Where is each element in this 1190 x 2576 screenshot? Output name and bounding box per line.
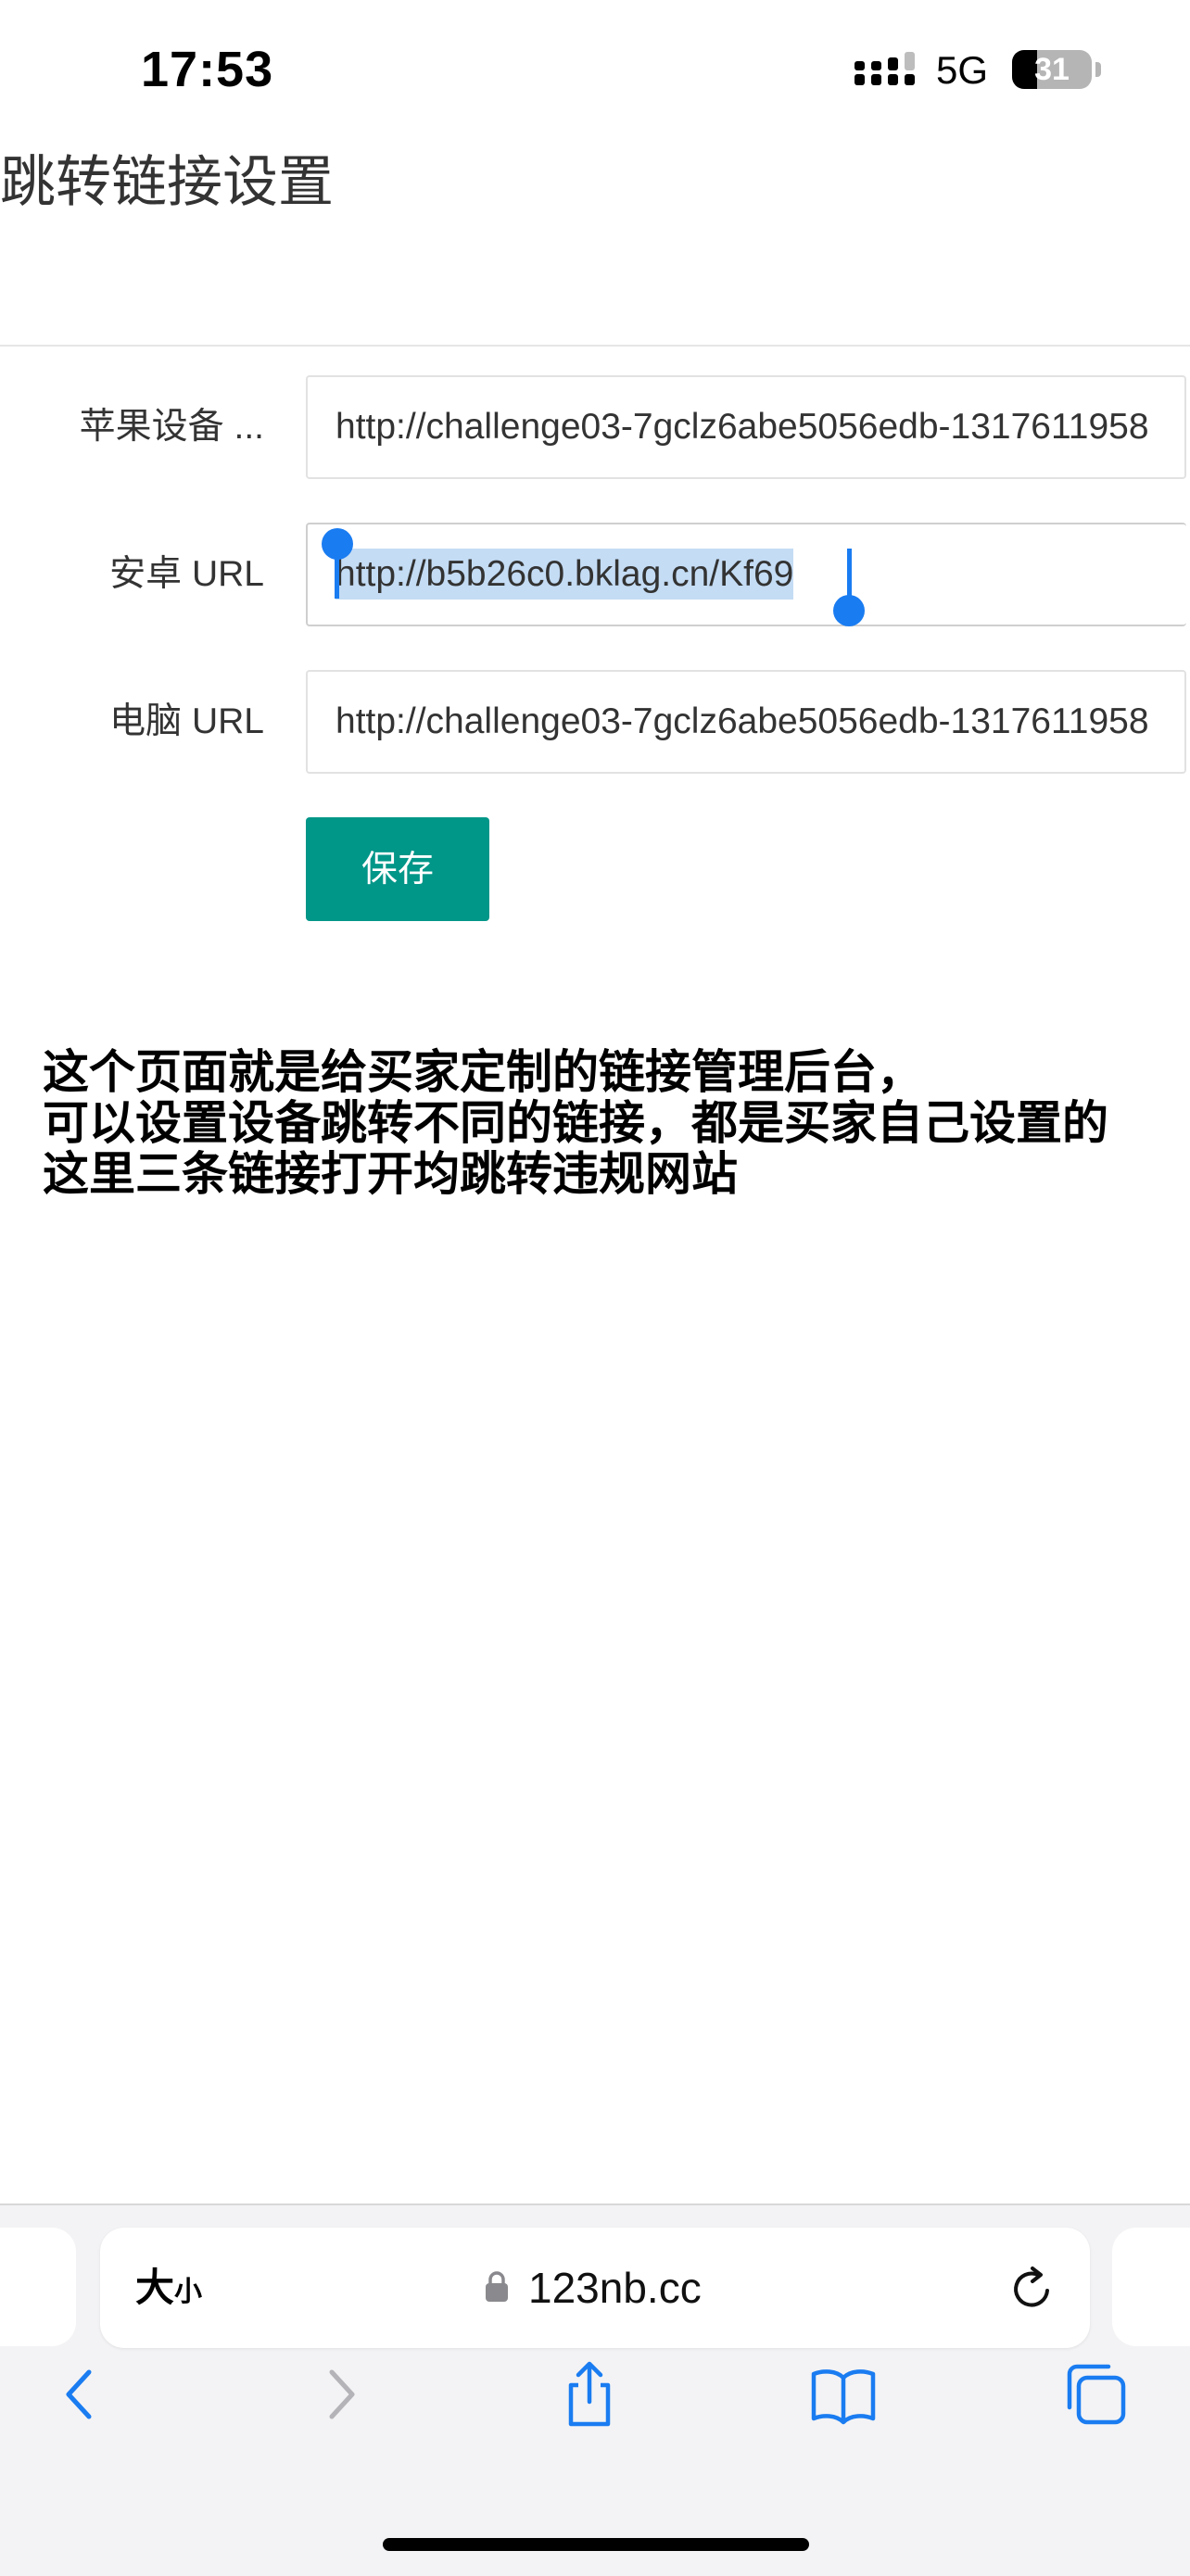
battery-level: 31 [1034,52,1070,87]
ios-url-input[interactable]: http://challenge03-7gclz6abe5056edb-1317… [306,375,1186,479]
title-divider [0,345,1190,347]
battery-nub [1095,62,1101,77]
selection-end-handle[interactable] [833,595,865,626]
desktop-url-input[interactable]: http://challenge03-7gclz6abe5056edb-1317… [306,670,1186,774]
form-row-ios: 苹果设备 ... http://challenge03-7gclz6abe505… [0,375,1190,479]
status-time: 17:53 [141,42,274,97]
domain-text: 123nb.cc [528,2264,702,2312]
save-button[interactable]: 保存 [306,817,489,921]
previous-tab-preview[interactable] [0,2228,76,2346]
annotation-text: 这个页面就是给买家定制的链接管理后台， 可以设置设备跳转不同的链接，都是买家自己… [43,1047,1108,1200]
form-row-android: 安卓 URL http://b5b26c0.bklag.cn/Kf69 [0,523,1190,626]
text-size-button[interactable]: 大小 [135,2261,202,2315]
lock-icon [486,2271,508,2302]
cellular-signal-icon [855,52,915,85]
annotation-line: 可以设置设备跳转不同的链接，都是买家自己设置的 [43,1097,1108,1149]
tabs-icon[interactable] [1060,2359,1131,2430]
desktop-url-label: 电脑 URL [109,701,264,741]
text-size-small-glyph: 小 [174,2277,203,2307]
selected-text: http://b5b26c0.bklag.cn/Kf69 [335,549,794,600]
home-indicator [383,2538,809,2551]
forward-icon[interactable] [304,2359,374,2430]
selection-start-caret [335,547,339,599]
annotation-line: 这里三条链接打开均跳转违规网站 [43,1148,738,1200]
back-icon[interactable] [46,2359,117,2430]
bookmarks-icon[interactable] [808,2359,879,2430]
address-bar[interactable]: 大小 123nb.cc [100,2228,1090,2348]
android-url-input[interactable]: http://b5b26c0.bklag.cn/Kf69 [306,523,1186,626]
next-tab-preview[interactable] [1112,2228,1190,2346]
ios-url-label: 苹果设备 ... [79,407,264,447]
status-bar: 17:53 5G 31 [0,0,1190,139]
android-url-label: 安卓 URL [109,554,264,594]
selection-end-caret [847,549,852,599]
battery-icon: 31 [1012,50,1092,89]
reload-icon[interactable] [1006,2263,1058,2315]
browser-toolbar: 大小 123nb.cc [0,2203,1190,2576]
text-size-large-glyph: 大 [135,2266,175,2309]
page-title: 跳转链接设置 [0,151,334,213]
annotation-line: 这个页面就是给买家定制的链接管理后台， [43,1046,923,1098]
form-row-desktop: 电脑 URL http://challenge03-7gclz6abe5056e… [0,670,1190,774]
share-icon[interactable] [554,2359,625,2430]
network-type: 5G [936,48,989,92]
